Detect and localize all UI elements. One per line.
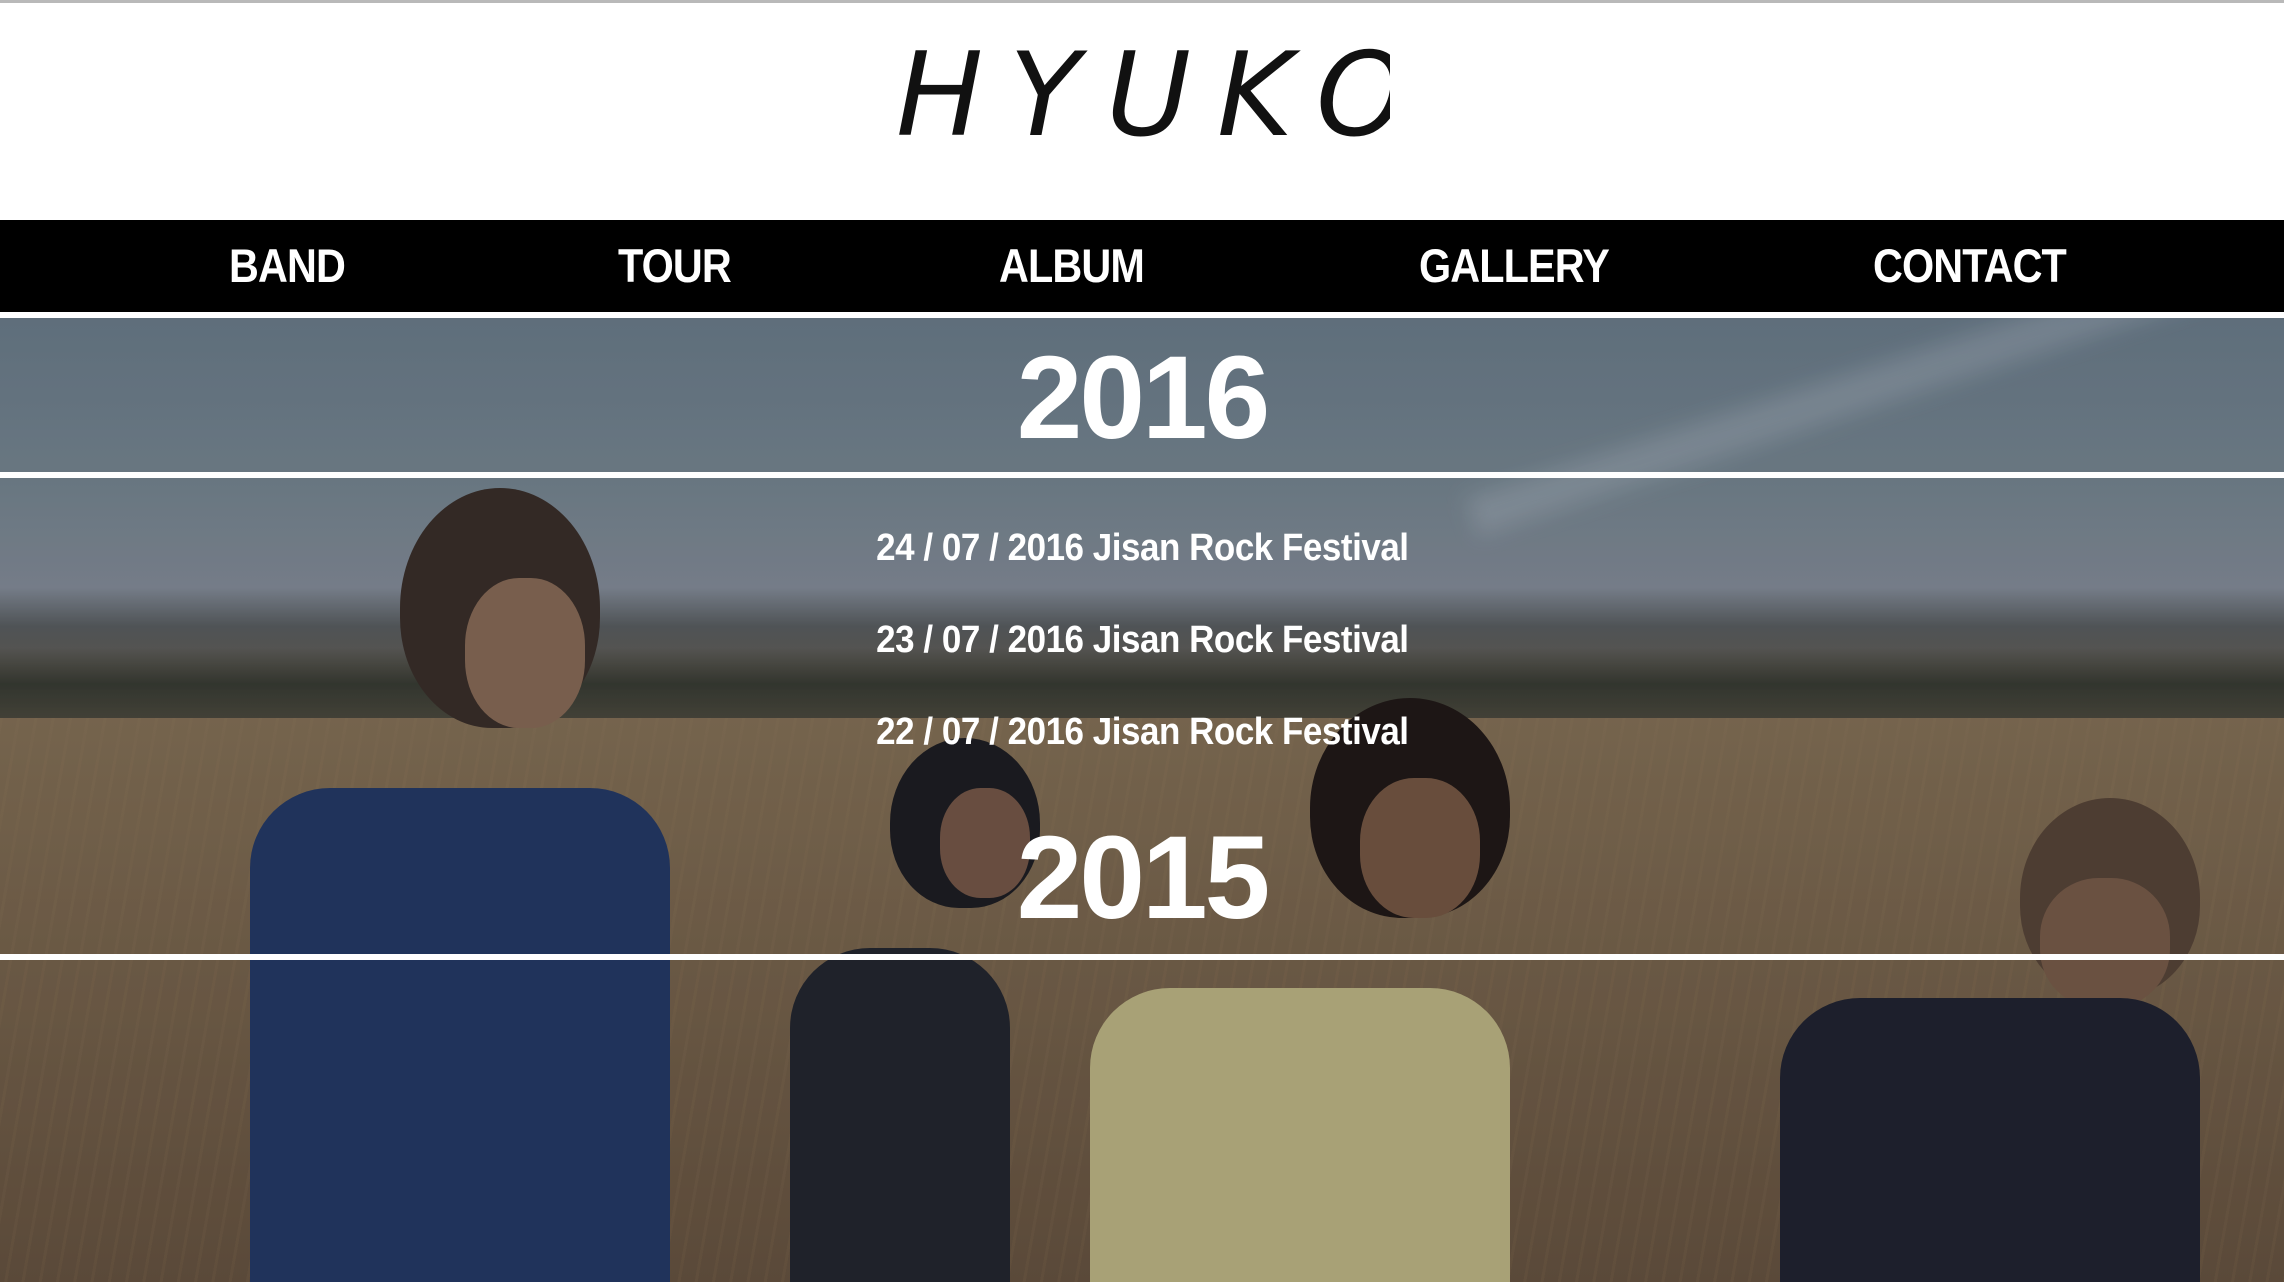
main-nav: BAND TOUR ALBUM GALLERY CONTACT <box>0 220 2284 312</box>
year-divider <box>0 472 2284 478</box>
tour-section: 2016 24 / 07 / 2016 Jisan Rock Festival … <box>0 318 2284 1282</box>
tour-event[interactable]: 24 / 07 / 2016 Jisan Rock Festival <box>0 502 2284 594</box>
year-heading-2015: 2015 <box>1016 812 1271 944</box>
band-logo[interactable]: HYUKOH <box>890 17 1390 147</box>
nav-gallery[interactable]: GALLERY <box>1419 220 1610 312</box>
tour-event-label: 24 / 07 / 2016 Jisan Rock Festival <box>875 527 1409 569</box>
tour-list-2016: 24 / 07 / 2016 Jisan Rock Festival 23 / … <box>0 502 2284 778</box>
tour-event[interactable]: 22 / 07 / 2016 Jisan Rock Festival <box>0 686 2284 778</box>
page: HYUKOH BAND TOUR ALBUM GALLERY CONTACT <box>0 0 2284 1282</box>
nav-album[interactable]: ALBUM <box>999 220 1145 312</box>
nav-contact[interactable]: CONTACT <box>1873 220 2067 312</box>
site-header: HYUKOH <box>0 3 2284 220</box>
tour-event-label: 22 / 07 / 2016 Jisan Rock Festival <box>875 711 1409 753</box>
year-heading-2016: 2016 <box>1016 332 1271 464</box>
nav-band[interactable]: BAND <box>229 220 346 312</box>
nav-tour[interactable]: TOUR <box>618 220 732 312</box>
tour-event-label: 23 / 07 / 2016 Jisan Rock Festival <box>875 619 1409 661</box>
logo-text: HYUKOH <box>896 28 1390 147</box>
year-divider <box>0 954 2284 960</box>
tour-event[interactable]: 23 / 07 / 2016 Jisan Rock Festival <box>0 594 2284 686</box>
